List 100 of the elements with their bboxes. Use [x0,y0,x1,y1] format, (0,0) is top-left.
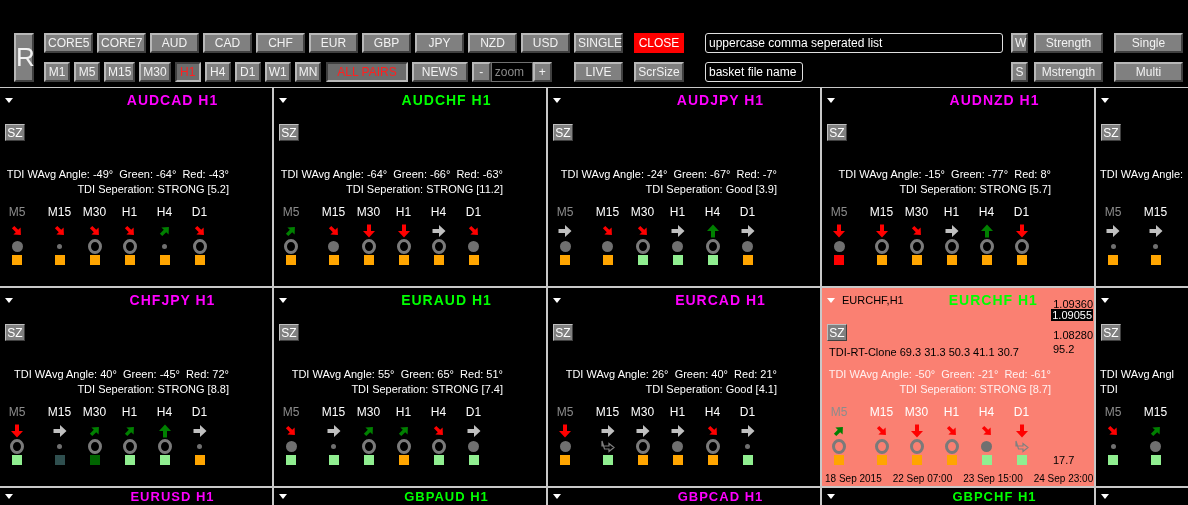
dropdown-caret-icon[interactable] [1101,494,1109,499]
dropdown-caret-icon[interactable] [553,297,561,303]
tdi-text: TDI Seperation: STRONG [8.8] [76,382,229,397]
toolbar-button[interactable]: AUD [150,33,199,53]
toggle-button[interactable]: W1 [264,62,291,82]
toggle-button[interactable]: M30 [139,62,171,82]
dropdown-caret-icon[interactable] [553,97,561,103]
input-field[interactable]: basket file name [705,62,803,82]
sz-button[interactable]: SZ [279,124,299,141]
toolbar-button[interactable]: S [1011,62,1028,82]
current-price-label: 1.09055 [1051,309,1093,321]
pair-title: EURAUD H1 [400,292,492,308]
timeframe-label: D1 [1013,205,1030,219]
tdi-text: TDI WAvg Angle: 26° Green: 40° Red: 21° [564,367,777,382]
toolbar-button[interactable]: Single [1114,33,1183,53]
toggle-button[interactable]: M15 [104,62,136,82]
timeframe-label: H1 [395,205,412,219]
toolbar-button[interactable]: CAD [203,33,252,53]
tdi-text: TDI Seperation: STRONG [5.7] [898,182,1051,197]
dropdown-caret-icon[interactable] [279,494,287,499]
toggle-button[interactable]: M1 [44,62,70,82]
pair-title: EURCHF H1 [948,292,1038,308]
tdi-text: TDI WAvg Angle: -50° Green: -21° Red: -61° [827,367,1051,382]
dropdown-caret-icon[interactable] [1101,97,1109,103]
dropdown-caret-icon[interactable] [553,494,561,499]
toolbar-button[interactable]: Strength [1034,33,1103,53]
timeframe-label: M5 [830,205,848,219]
toolbar-button[interactable]: - [471,62,491,82]
pair-title: GBPAUD H1 [403,491,489,502]
price-label: 1.08280 [1053,329,1093,341]
timeframe-label: M30 [630,405,655,419]
toolbar-button[interactable]: JPY [415,33,464,53]
timeframe-label: D1 [465,405,482,419]
timeframe-label: M30 [356,205,381,219]
toggle-button[interactable]: H4 [204,62,231,82]
dropdown-caret-icon[interactable] [279,297,287,303]
indicator-label: TDI-RT-Clone 69.3 31.3 50.3 41.1 30.7 [829,346,1019,358]
timeframe-label: H4 [430,405,447,419]
timeframe-label: D1 [465,205,482,219]
toggle-button[interactable]: MN [294,62,322,82]
dropdown-caret-icon[interactable] [1101,297,1109,303]
tdi-text: TDI WAvg Angle: -64° Green: -66° Red: -63° [279,167,503,182]
dropdown-caret-icon[interactable] [5,494,13,499]
tdi-text: TDI Seperation: STRONG [8.7] [898,382,1051,397]
toolbar-button[interactable]: ScrSize [634,62,684,82]
tdi-text: TDI WAvg Angle: -49° Green: -64° Red: -43° [5,167,229,182]
toggle-button[interactable]: M5 [74,62,100,82]
timeframe-label: M15 [595,205,620,219]
timeframe-label: H1 [121,205,138,219]
dropdown-caret-icon[interactable] [827,97,835,103]
sz-button[interactable]: SZ [1101,324,1121,341]
toolbar-button[interactable]: GBP [362,33,411,53]
timeframe-label: M5 [830,405,848,419]
toolbar-button[interactable]: CORE7 [97,33,146,53]
toolbar-button[interactable]: CHF [256,33,305,53]
toolbar-button[interactable]: CORE5 [44,33,93,53]
timeframe-label: M15 [1143,205,1168,219]
timeframe-label: M30 [904,205,929,219]
input-field[interactable]: zoom [490,62,533,82]
pair-title: EURUSD H1 [129,491,215,502]
input-field[interactable]: uppercase comma seperated list [705,33,1003,53]
sz-button[interactable]: SZ [827,324,847,341]
sz-button[interactable]: SZ [279,324,299,341]
close-button[interactable]: CLOSE [634,33,684,53]
toggle-button[interactable]: D1 [234,62,261,82]
sz-button[interactable]: SZ [827,124,847,141]
pair-title: AUDJPY H1 [675,92,765,108]
pair-title: AUDNZD H1 [948,92,1040,108]
dropdown-caret-icon[interactable] [279,97,287,103]
timeframe-label: M30 [630,205,655,219]
toolbar-button[interactable]: Mstrength [1034,62,1103,82]
toolbar-button[interactable]: LIVE [574,62,623,82]
pair-title: AUDCAD H1 [125,92,219,108]
timeframe-label: D1 [191,405,208,419]
toolbar-button[interactable]: Multi [1114,62,1183,82]
timeframe-label: M5 [282,405,300,419]
toolbar-button[interactable]: W [1011,33,1028,53]
tdi-text: TDI WAvg Angle: -24° Green: -67° Red: -7° [559,167,777,182]
date-label: 24 Sep 23:00 [1033,473,1094,484]
dropdown-caret-icon[interactable] [5,97,13,103]
chart-symbol: EURCHF,H1 [842,294,904,306]
tdi-text: TDI WAvg Angle: 40° Green: -45° Red: 72° [13,367,229,382]
tdi-text: TDI WAvg Angl [1100,367,1175,382]
timeframe-label: M15 [47,205,72,219]
sz-button[interactable]: SZ [1101,124,1121,141]
toolbar-button[interactable]: NZD [468,33,517,53]
toolbar-button[interactable]: EUR [309,33,358,53]
sz-button[interactable]: SZ [553,324,573,341]
dropdown-caret-icon[interactable] [5,297,13,303]
pair-title: EURCAD H1 [674,292,766,308]
dropdown-caret-icon[interactable] [827,494,835,499]
sz-button[interactable]: SZ [5,124,25,141]
sz-button[interactable]: SZ [553,124,573,141]
toolbar-button[interactable]: SINGLE [574,33,623,53]
timeframe-label: H4 [978,205,995,219]
toolbar-button[interactable]: USD [521,33,570,53]
timeframe-label: H4 [156,205,173,219]
tdi-text: TDI Seperation: Good [3.9] [644,182,777,197]
sz-button[interactable]: SZ [5,324,25,341]
toolbar-button[interactable]: NEWS [411,62,468,82]
